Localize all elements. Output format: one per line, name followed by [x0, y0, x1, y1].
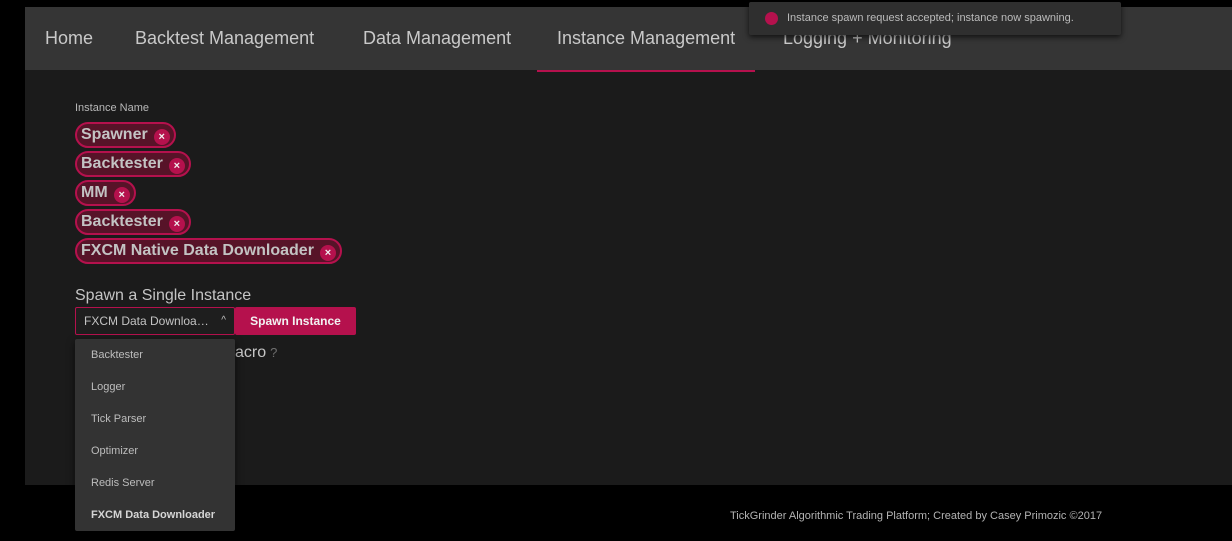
instance-type-dropdown: Backtester Logger Tick Parser Optimizer …	[75, 339, 235, 531]
select-value: FXCM Data Downloa…	[84, 314, 209, 328]
close-icon[interactable]: ×	[153, 128, 170, 145]
close-icon[interactable]: ×	[319, 244, 336, 261]
notification-toast: Instance spawn request accepted; instanc…	[749, 2, 1121, 35]
chip-label: Backtester	[81, 213, 163, 230]
nav-data-management[interactable]: Data Management	[363, 7, 511, 70]
chip-label: Backtester	[81, 155, 163, 172]
instance-name-label: Instance Name	[75, 102, 149, 114]
instance-chip: MM ×	[75, 180, 136, 206]
toast-message: Instance spawn request accepted; instanc…	[787, 12, 1074, 24]
chip-label: FXCM Native Data Downloader	[81, 242, 314, 259]
macro-title-text: acro	[235, 344, 267, 361]
chevron-up-icon: ^	[221, 315, 226, 326]
chip-label: MM	[81, 184, 108, 201]
close-icon[interactable]: ×	[113, 186, 130, 203]
chip-label: Spawner	[81, 126, 148, 143]
app-container: Home Backtest Management Data Management…	[25, 7, 1232, 531]
spawn-instance-button[interactable]: Spawn Instance	[235, 307, 356, 335]
instance-chip: FXCM Native Data Downloader ×	[75, 238, 342, 264]
dropdown-option[interactable]: Redis Server	[75, 467, 235, 499]
dropdown-option[interactable]: Logger	[75, 371, 235, 403]
dropdown-option[interactable]: Tick Parser	[75, 403, 235, 435]
dropdown-option[interactable]: Backtester	[75, 339, 235, 371]
footer-credits: TickGrinder Algorithmic Trading Platform…	[730, 510, 1103, 522]
help-icon[interactable]: ?	[270, 345, 277, 360]
dropdown-option-selected[interactable]: FXCM Data Downloader	[75, 499, 235, 531]
spawn-single-title: Spawn a Single Instance	[75, 287, 252, 304]
close-icon[interactable]: ×	[168, 157, 185, 174]
instance-chip: Spawner ×	[75, 122, 176, 148]
alert-icon	[765, 12, 778, 25]
instance-chip: Backtester ×	[75, 151, 191, 177]
instance-type-select[interactable]: FXCM Data Downloa… ^	[75, 307, 235, 335]
nav-instance-management[interactable]: Instance Management	[536, 7, 756, 72]
nav-home[interactable]: Home	[45, 7, 93, 70]
close-icon[interactable]: ×	[168, 215, 185, 232]
nav-backtest-management[interactable]: Backtest Management	[135, 7, 314, 70]
dropdown-option[interactable]: Optimizer	[75, 435, 235, 467]
instance-chip: Backtester ×	[75, 209, 191, 235]
